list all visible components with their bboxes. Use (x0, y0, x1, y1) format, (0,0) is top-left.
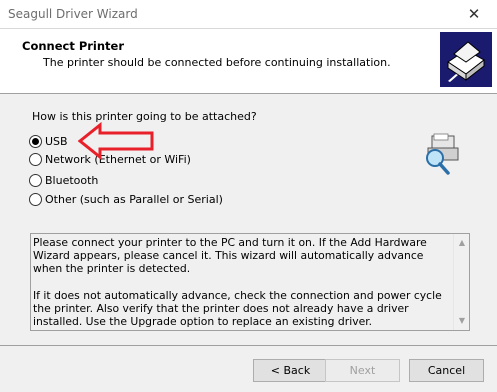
page-subtitle: The printer should be connected before c… (43, 56, 391, 69)
radio-other[interactable] (29, 192, 42, 206)
radio-bluetooth[interactable] (29, 173, 42, 187)
wizard-header: Connect Printer The printer should be co… (0, 29, 497, 94)
page-title: Connect Printer (22, 39, 125, 53)
printer-search-icon (426, 133, 459, 175)
option-other-label: Other (such as Parallel or Serial) (45, 192, 223, 206)
info-text-box: Please connect your printer to the PC an… (30, 233, 470, 331)
close-button[interactable]: ✕ (451, 0, 497, 29)
footer-divider (0, 345, 497, 346)
cancel-button[interactable]: Cancel (409, 359, 484, 382)
title-bar: Seagull Driver Wizard ✕ (0, 0, 497, 29)
info-text: Please connect your printer to the PC an… (33, 236, 453, 341)
window-title: Seagull Driver Wizard (8, 7, 138, 21)
option-bluetooth[interactable]: Bluetooth (29, 172, 98, 188)
radio-usb[interactable] (29, 134, 42, 148)
info-paragraph-2: If it does not automatically advance, ch… (33, 288, 442, 329)
option-usb[interactable]: USB (29, 133, 68, 149)
printer-logo-icon (440, 32, 492, 87)
option-usb-label: USB (45, 134, 68, 148)
info-paragraph-1: Please connect your printer to the PC an… (33, 236, 427, 276)
radio-network[interactable] (29, 152, 42, 166)
red-arrow-annotation-icon (78, 122, 154, 160)
option-other[interactable]: Other (such as Parallel or Serial) (29, 191, 223, 207)
scroll-up-icon[interactable]: ▲ (457, 238, 467, 248)
scroll-down-icon[interactable]: ▼ (457, 316, 467, 326)
next-button[interactable]: Next (325, 359, 400, 382)
back-button[interactable]: < Back (253, 359, 328, 382)
info-scrollbar[interactable]: ▲ ▼ (453, 234, 469, 330)
option-bluetooth-label: Bluetooth (45, 173, 99, 187)
